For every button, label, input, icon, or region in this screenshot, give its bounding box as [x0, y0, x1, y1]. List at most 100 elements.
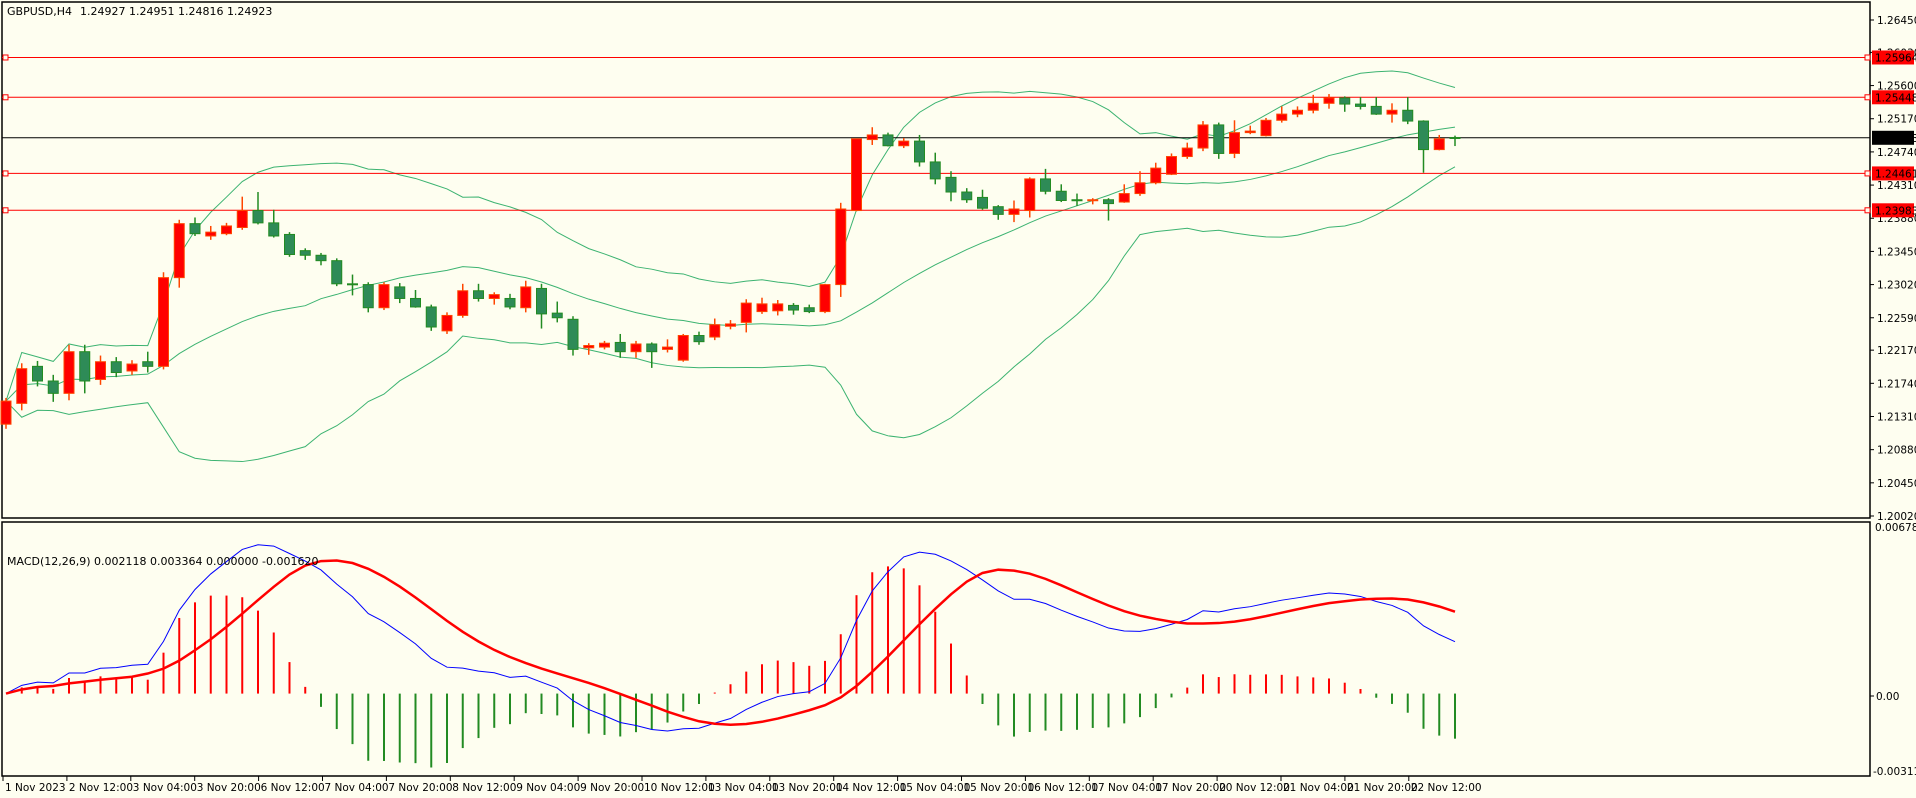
candle-body	[0, 400, 12, 425]
line-anchor-handle[interactable]	[2, 54, 9, 61]
candle-body	[252, 210, 264, 224]
time-axis-label: 13 Nov 04:00	[708, 782, 779, 794]
candle-body	[961, 191, 973, 201]
candle-body	[299, 250, 311, 256]
ohlc-readout: 1.24927 1.24951 1.24816 1.24923	[80, 5, 272, 18]
trading-chart[interactable]: GBPUSD,H4 1.24927 1.24951 1.24816 1.24923…	[0, 0, 1916, 798]
line-anchor-handle[interactable]	[1864, 94, 1871, 101]
candle-body	[95, 361, 106, 380]
candle	[567, 316, 579, 356]
candle-body	[410, 297, 421, 308]
candle-body	[677, 334, 689, 361]
candle-body	[63, 351, 75, 394]
candle-body	[394, 286, 406, 299]
macd-axis-min: -0.003115	[1873, 766, 1916, 778]
candle-body	[772, 303, 784, 312]
candle	[378, 282, 390, 311]
candle	[1260, 117, 1272, 137]
candle-body	[205, 231, 217, 237]
candle-body	[835, 208, 847, 286]
candle	[173, 219, 185, 288]
candle	[1197, 121, 1209, 152]
candle	[851, 138, 862, 212]
candle-body	[646, 343, 658, 353]
candle-body	[16, 368, 28, 404]
candle-body	[347, 283, 358, 286]
line-anchor-handle[interactable]	[1864, 207, 1871, 214]
candle-body	[1118, 193, 1130, 203]
time-axis-label: 10 Nov 12:00	[644, 782, 715, 794]
candle-body	[1355, 103, 1366, 107]
candle-body	[709, 324, 721, 338]
candle-body	[851, 138, 862, 212]
candle-body	[236, 210, 248, 229]
candle-body	[1370, 105, 1382, 115]
price-axis-label: 1.20880	[1877, 445, 1916, 457]
time-axis-label: 17 Nov 04:00	[1091, 782, 1162, 794]
candle-body	[1229, 132, 1240, 154]
candle-body	[457, 290, 469, 316]
candle-body	[1181, 147, 1193, 158]
price-axis-label: 1.21740	[1877, 378, 1916, 390]
candle	[1166, 153, 1177, 176]
candle-body	[1103, 199, 1114, 205]
line-anchor-handle[interactable]	[2, 207, 9, 214]
candle-body	[992, 206, 1004, 215]
line-anchor-handle[interactable]	[1864, 54, 1871, 61]
candle-body	[425, 306, 437, 328]
time-axis-label: 15 Nov 20:00	[964, 782, 1035, 794]
candle-body	[536, 287, 547, 315]
candle-body	[126, 363, 138, 372]
macd-header: MACD(12,26,9) 0.002118 0.003364 0.000000…	[7, 555, 318, 568]
time-axis-label: 8 Nov 12:00	[452, 782, 516, 794]
candle-body	[142, 361, 154, 367]
line-anchor-handle[interactable]	[1864, 170, 1871, 177]
current-price-label: 1.24923	[1875, 133, 1916, 145]
candle-body	[1197, 124, 1209, 149]
candle-body	[725, 323, 736, 327]
candle-body	[599, 342, 610, 348]
candle-body	[1386, 109, 1398, 115]
line-anchor-handle[interactable]	[2, 170, 9, 177]
candle-body	[221, 225, 232, 235]
candle-body	[79, 351, 91, 382]
candle	[158, 272, 169, 370]
time-axis-label: 21 Nov 20:00	[1347, 782, 1418, 794]
line-price-label: 1.25448	[1875, 92, 1916, 104]
candle	[284, 232, 295, 257]
candle-body	[929, 161, 941, 180]
candle-body	[1213, 124, 1225, 154]
candle-body	[1166, 156, 1177, 175]
candle-body	[378, 284, 390, 309]
candle-body	[1339, 97, 1351, 105]
price-axis-label: 1.20450	[1877, 478, 1916, 490]
candle	[677, 333, 689, 362]
candle-body	[473, 290, 484, 299]
candle	[63, 344, 75, 401]
line-price-label: 1.23983	[1875, 205, 1916, 217]
line-anchor-handle[interactable]	[2, 94, 9, 101]
price-axis-label: 1.22590	[1877, 313, 1916, 325]
symbol-timeframe: GBPUSD,H4	[7, 5, 72, 18]
time-axis-label: 17 Nov 20:00	[1155, 782, 1226, 794]
candle-body	[788, 304, 799, 311]
candle-body	[803, 307, 815, 313]
macd-axis-max: 0.006789	[1875, 522, 1916, 534]
price-axis-label: 1.23020	[1877, 280, 1916, 292]
candle-body	[1307, 102, 1319, 111]
time-axis-label: 15 Nov 04:00	[900, 782, 971, 794]
price-axis-label: 1.24740	[1877, 147, 1916, 159]
time-axis-label: 22 Nov 12:00	[1411, 782, 1482, 794]
candle-body	[488, 294, 500, 299]
time-axis-label: 7 Nov 20:00	[388, 782, 452, 794]
candle	[882, 132, 894, 147]
candle-body	[284, 233, 295, 256]
line-price-label: 1.25964	[1875, 52, 1916, 64]
candle	[835, 202, 847, 297]
candle-body	[882, 134, 894, 147]
candle	[819, 283, 831, 314]
candle	[1213, 122, 1225, 159]
candle	[425, 304, 437, 331]
candle-body	[189, 223, 201, 235]
time-axis-label: 9 Nov 20:00	[580, 782, 644, 794]
